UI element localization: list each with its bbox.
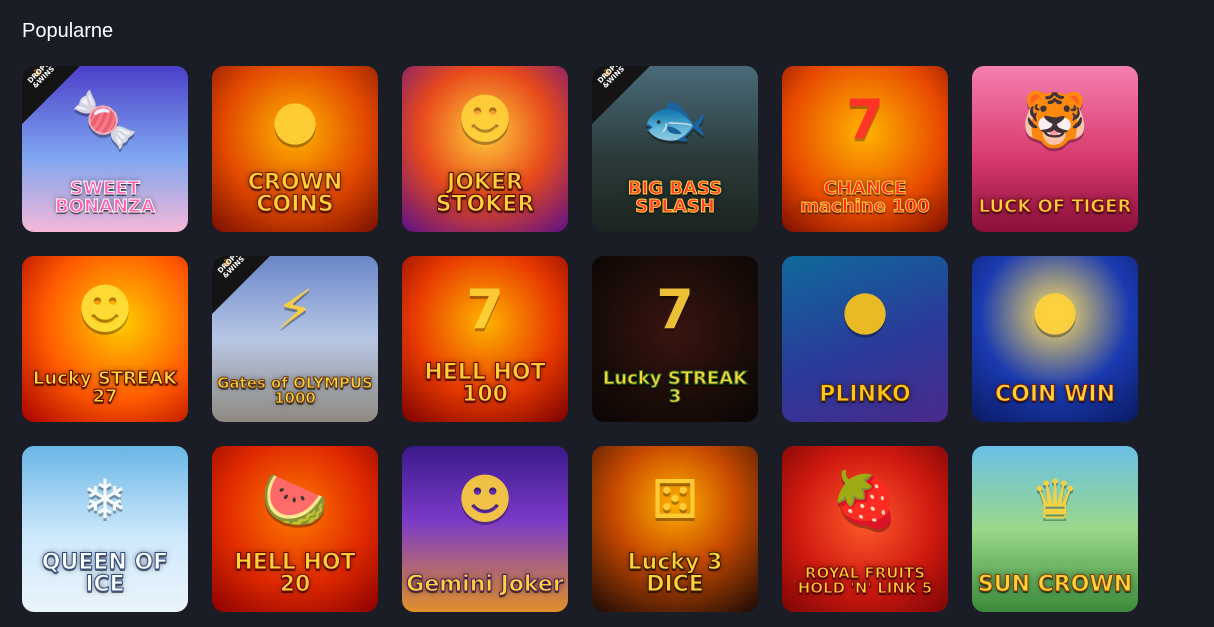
game-tile[interactable]: 🍉 HELL HOT 20	[212, 446, 378, 612]
seven-icon: 7	[656, 278, 694, 341]
game-title: COIN WIN	[995, 382, 1116, 407]
ball-icon: ●	[841, 278, 889, 341]
watermelon-icon: 🍉	[261, 468, 329, 531]
queen-icon: ❄	[82, 468, 128, 531]
seven-icon: 7	[846, 88, 884, 151]
game-tile[interactable]: 🍓 ROYAL FRUITS HOLD 'N' LINK 5	[782, 446, 948, 612]
game-tile[interactable]: 🐟 BIG BASS SPLASH ♛ DROPS &WINS	[592, 66, 758, 232]
game-title: JOKER STOKER	[435, 170, 535, 217]
game-title: Gemini Joker	[406, 572, 564, 597]
game-title: Lucky STREAK 27	[32, 368, 178, 407]
game-tile[interactable]: ⚄ Lucky 3 DICE	[592, 446, 758, 612]
tiger-icon: 🐯	[1021, 88, 1089, 151]
game-title: SUN CROWN	[977, 572, 1133, 597]
game-title: HELL HOT 100	[424, 360, 546, 407]
game-tile[interactable]: 7 Lucky STREAK 3	[592, 256, 758, 422]
game-title: Lucky STREAK 3	[602, 368, 748, 407]
strawberry-icon: 🍓	[831, 468, 899, 531]
game-title: CHANCE machine 100	[800, 178, 930, 217]
game-title: LUCK OF TIGER	[978, 196, 1132, 217]
games-grid: 🍬 SWEET BONANZA ♛ DROPS &WINS ● CROWN COINS ☻ JO…	[22, 66, 1138, 612]
game-tile[interactable]: ⚡ Gates of OLYMPUS 1000 ♛ DROPS &WINS	[212, 256, 378, 422]
seven-icon: 7	[466, 278, 504, 341]
game-title: ROYAL FRUITS HOLD 'N' LINK 5	[797, 564, 933, 597]
game-tile[interactable]: ☻ JOKER STOKER	[402, 66, 568, 232]
game-title: Lucky 3 DICE	[627, 550, 723, 597]
game-tile[interactable]: ♛ SUN CROWN	[972, 446, 1138, 612]
game-title: QUEEN OF ICE	[41, 550, 169, 597]
coin-icon: ●	[1031, 278, 1079, 341]
crown-icon: ♛	[1030, 468, 1080, 531]
game-tile[interactable]: ● PLINKO	[782, 256, 948, 422]
section-title: Popularne	[22, 20, 114, 42]
game-tile[interactable]: 7 HELL HOT 100	[402, 256, 568, 422]
jester-icon: ☻	[456, 88, 514, 151]
jester-icon: ☻	[76, 278, 134, 341]
coin-icon: ●	[271, 88, 319, 151]
game-title: CROWN COINS	[247, 170, 343, 217]
game-tile[interactable]: ❄ QUEEN OF ICE	[22, 446, 188, 612]
game-tile[interactable]: ☻ Lucky STREAK 27	[22, 256, 188, 422]
game-title: SWEET BONANZA	[54, 178, 156, 217]
game-tile[interactable]: 🍬 SWEET BONANZA ♛ DROPS &WINS	[22, 66, 188, 232]
game-title: HELL HOT 20	[234, 550, 356, 597]
game-tile[interactable]: 7 CHANCE machine 100	[782, 66, 948, 232]
dice-icon: ⚄	[651, 468, 699, 531]
game-title: Gates of OLYMPUS 1000	[217, 374, 374, 407]
game-tile[interactable]: 🐯 LUCK OF TIGER	[972, 66, 1138, 232]
game-title: PLINKO	[819, 382, 912, 407]
game-tile[interactable]: ● COIN WIN	[972, 256, 1138, 422]
game-title: BIG BASS SPLASH	[627, 178, 723, 217]
game-tile[interactable]: ● CROWN COINS	[212, 66, 378, 232]
jester-icon: ☻	[456, 468, 514, 531]
game-tile[interactable]: ☻ Gemini Joker	[402, 446, 568, 612]
